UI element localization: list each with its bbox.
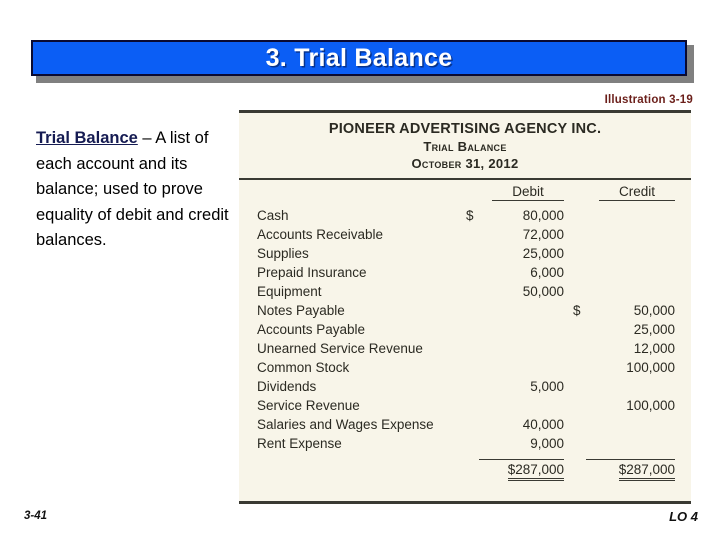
table-row: Unearned Service Revenue 12,000 [239, 341, 691, 360]
table-row: Accounts Receivable 72,000 [239, 227, 691, 246]
definition-dash: – [137, 129, 156, 147]
account-name: Common Stock [257, 360, 350, 375]
total-debit: $287,000 [479, 459, 564, 481]
table-row: Salaries and Wages Expense 40,000 [239, 417, 691, 436]
statement-title: Trial Balance [423, 139, 507, 154]
currency-symbol: $ [573, 303, 581, 318]
currency-symbol: $ [466, 208, 474, 223]
account-name: Dividends [257, 379, 317, 394]
account-name: Salaries and Wages Expense [257, 417, 434, 432]
statement-company: PIONEER ADVERTISING AGENCY INC. [328, 121, 602, 137]
definition-text: Trial Balance – A list of each account a… [36, 126, 231, 254]
page-title: 3. Trial Balance [265, 43, 453, 72]
column-header-credit: Credit [599, 184, 675, 201]
account-name: Notes Payable [257, 303, 345, 318]
learning-objective: LO 4 [669, 509, 698, 524]
credit-amount: 100,000 [626, 360, 675, 375]
account-name: Unearned Service Revenue [257, 341, 423, 356]
table-row: Service Revenue 100,000 [239, 398, 691, 417]
account-name: Cash [257, 208, 289, 223]
total-credit: $287,000 [586, 459, 675, 481]
debit-amount: 25,000 [522, 246, 564, 261]
debit-amount: 5,000 [530, 379, 564, 394]
account-name: Supplies [257, 246, 309, 261]
definition-body: A list of each account and its balance; … [36, 129, 229, 249]
slide-title-bar: 3. Trial Balance [31, 40, 687, 76]
table-row: Notes Payable $50,000 [239, 303, 691, 322]
header-rule [239, 178, 691, 180]
table-row: Equipment 50,000 [239, 284, 691, 303]
table-row: Prepaid Insurance 6,000 [239, 265, 691, 284]
debit-amount: 40,000 [522, 417, 564, 432]
debit-amount: 50,000 [522, 284, 564, 299]
account-name: Accounts Payable [257, 322, 366, 337]
account-name: Rent Expense [257, 436, 342, 451]
table-row: Cash $80,000 [239, 208, 691, 227]
credit-amount: 12,000 [633, 341, 675, 356]
table-row: Dividends 5,000 [239, 379, 691, 398]
statement-header: PIONEER ADVERTISING AGENCY INC. Trial Ba… [239, 113, 691, 171]
credit-amount: $50,000 [573, 303, 675, 318]
account-name: Prepaid Insurance [257, 265, 367, 280]
statement-date: October 31, 2012 [411, 156, 519, 171]
debit-amount: $80,000 [466, 208, 564, 223]
table-row: Accounts Payable 25,000 [239, 322, 691, 341]
definition-term: Trial Balance [36, 129, 138, 147]
slide-number: 3-41 [24, 510, 48, 522]
credit-amount: 25,000 [633, 322, 675, 337]
debit-amount: 72,000 [522, 227, 564, 242]
table-row: Rent Expense 9,000 [239, 436, 691, 455]
trial-balance-rows: Cash $80,000 Accounts Receivable 72,000 Supp… [239, 208, 691, 455]
table-row: Common Stock 100,000 [239, 360, 691, 379]
debit-amount: 6,000 [530, 265, 564, 280]
debit-amount: 9,000 [530, 436, 564, 451]
illustration-label: Illustration 3-19 [604, 94, 693, 106]
totals-row: $287,000 $287,000 [239, 459, 691, 483]
column-header-debit: Debit [492, 184, 564, 201]
account-name: Equipment [257, 284, 322, 299]
account-name: Service Revenue [257, 398, 360, 413]
credit-amount: 100,000 [626, 398, 675, 413]
account-name: Accounts Receivable [257, 227, 384, 242]
trial-balance-illustration: PIONEER ADVERTISING AGENCY INC. Trial Ba… [239, 110, 691, 504]
table-row: Supplies 25,000 [239, 246, 691, 265]
column-headers: Debit Credit [239, 184, 691, 206]
